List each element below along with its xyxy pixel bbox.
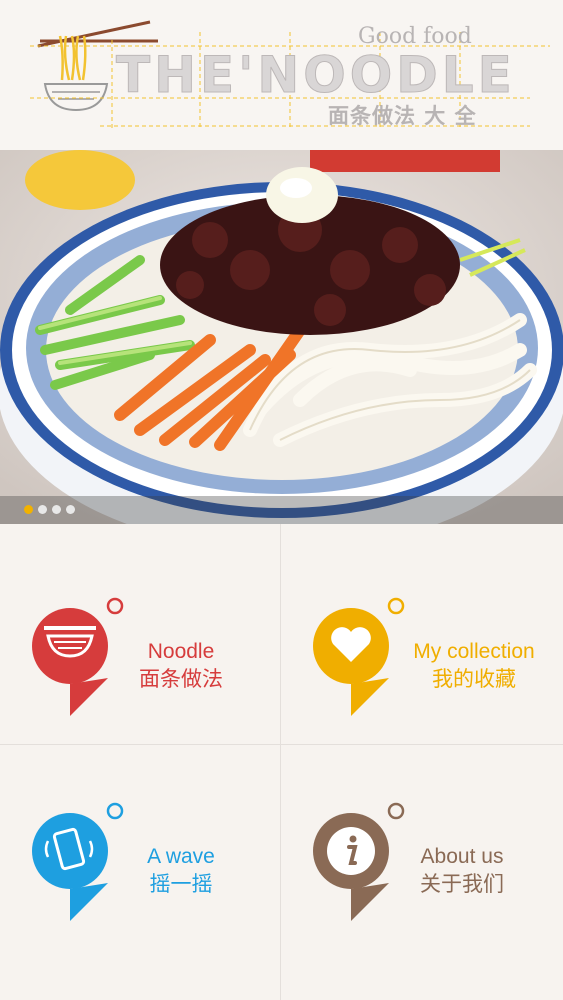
header-subtitle: 面条做法 大 全: [328, 104, 477, 128]
menu-tile-shake[interactable]: A wave 摇一摇: [0, 745, 280, 965]
menu-label-en: About us: [420, 845, 504, 868]
noodle-bowl-icon: [32, 597, 124, 716]
menu-label-en: Noodle: [147, 640, 215, 663]
menu-label-zh: 面条做法: [139, 668, 223, 691]
carousel-dot[interactable]: [52, 505, 61, 514]
app-header: Good food THE'NOODLE 面条做法 大 全: [0, 0, 563, 150]
banner-carousel[interactable]: [0, 150, 563, 524]
menu-tile-about[interactable]: About us 关于我们: [281, 745, 561, 965]
info-icon: [313, 802, 405, 921]
carousel-dot[interactable]: [66, 505, 75, 514]
carousel-indicator: [0, 496, 563, 524]
noodle-dish-photo: [0, 150, 563, 524]
menu-tile-collection[interactable]: My collection 我的收藏: [281, 524, 561, 744]
carousel-dot[interactable]: [24, 505, 33, 514]
app-title: THE'NOODLE: [116, 46, 516, 105]
menu-tile-noodle[interactable]: Noodle 面条做法: [0, 524, 280, 744]
heart-icon: [313, 597, 405, 716]
shake-phone-icon: [32, 802, 124, 921]
menu-label-en: My collection: [413, 640, 535, 663]
menu-label-zh: 我的收藏: [432, 668, 516, 691]
menu-label-en: A wave: [147, 845, 215, 868]
menu-label-zh: 关于我们: [420, 873, 504, 896]
carousel-dot[interactable]: [38, 505, 47, 514]
menu-label-zh: 摇一摇: [149, 873, 213, 896]
menu-grid: Noodle 面条做法 My collection 我的收藏 A wave 摇一…: [0, 524, 563, 1000]
